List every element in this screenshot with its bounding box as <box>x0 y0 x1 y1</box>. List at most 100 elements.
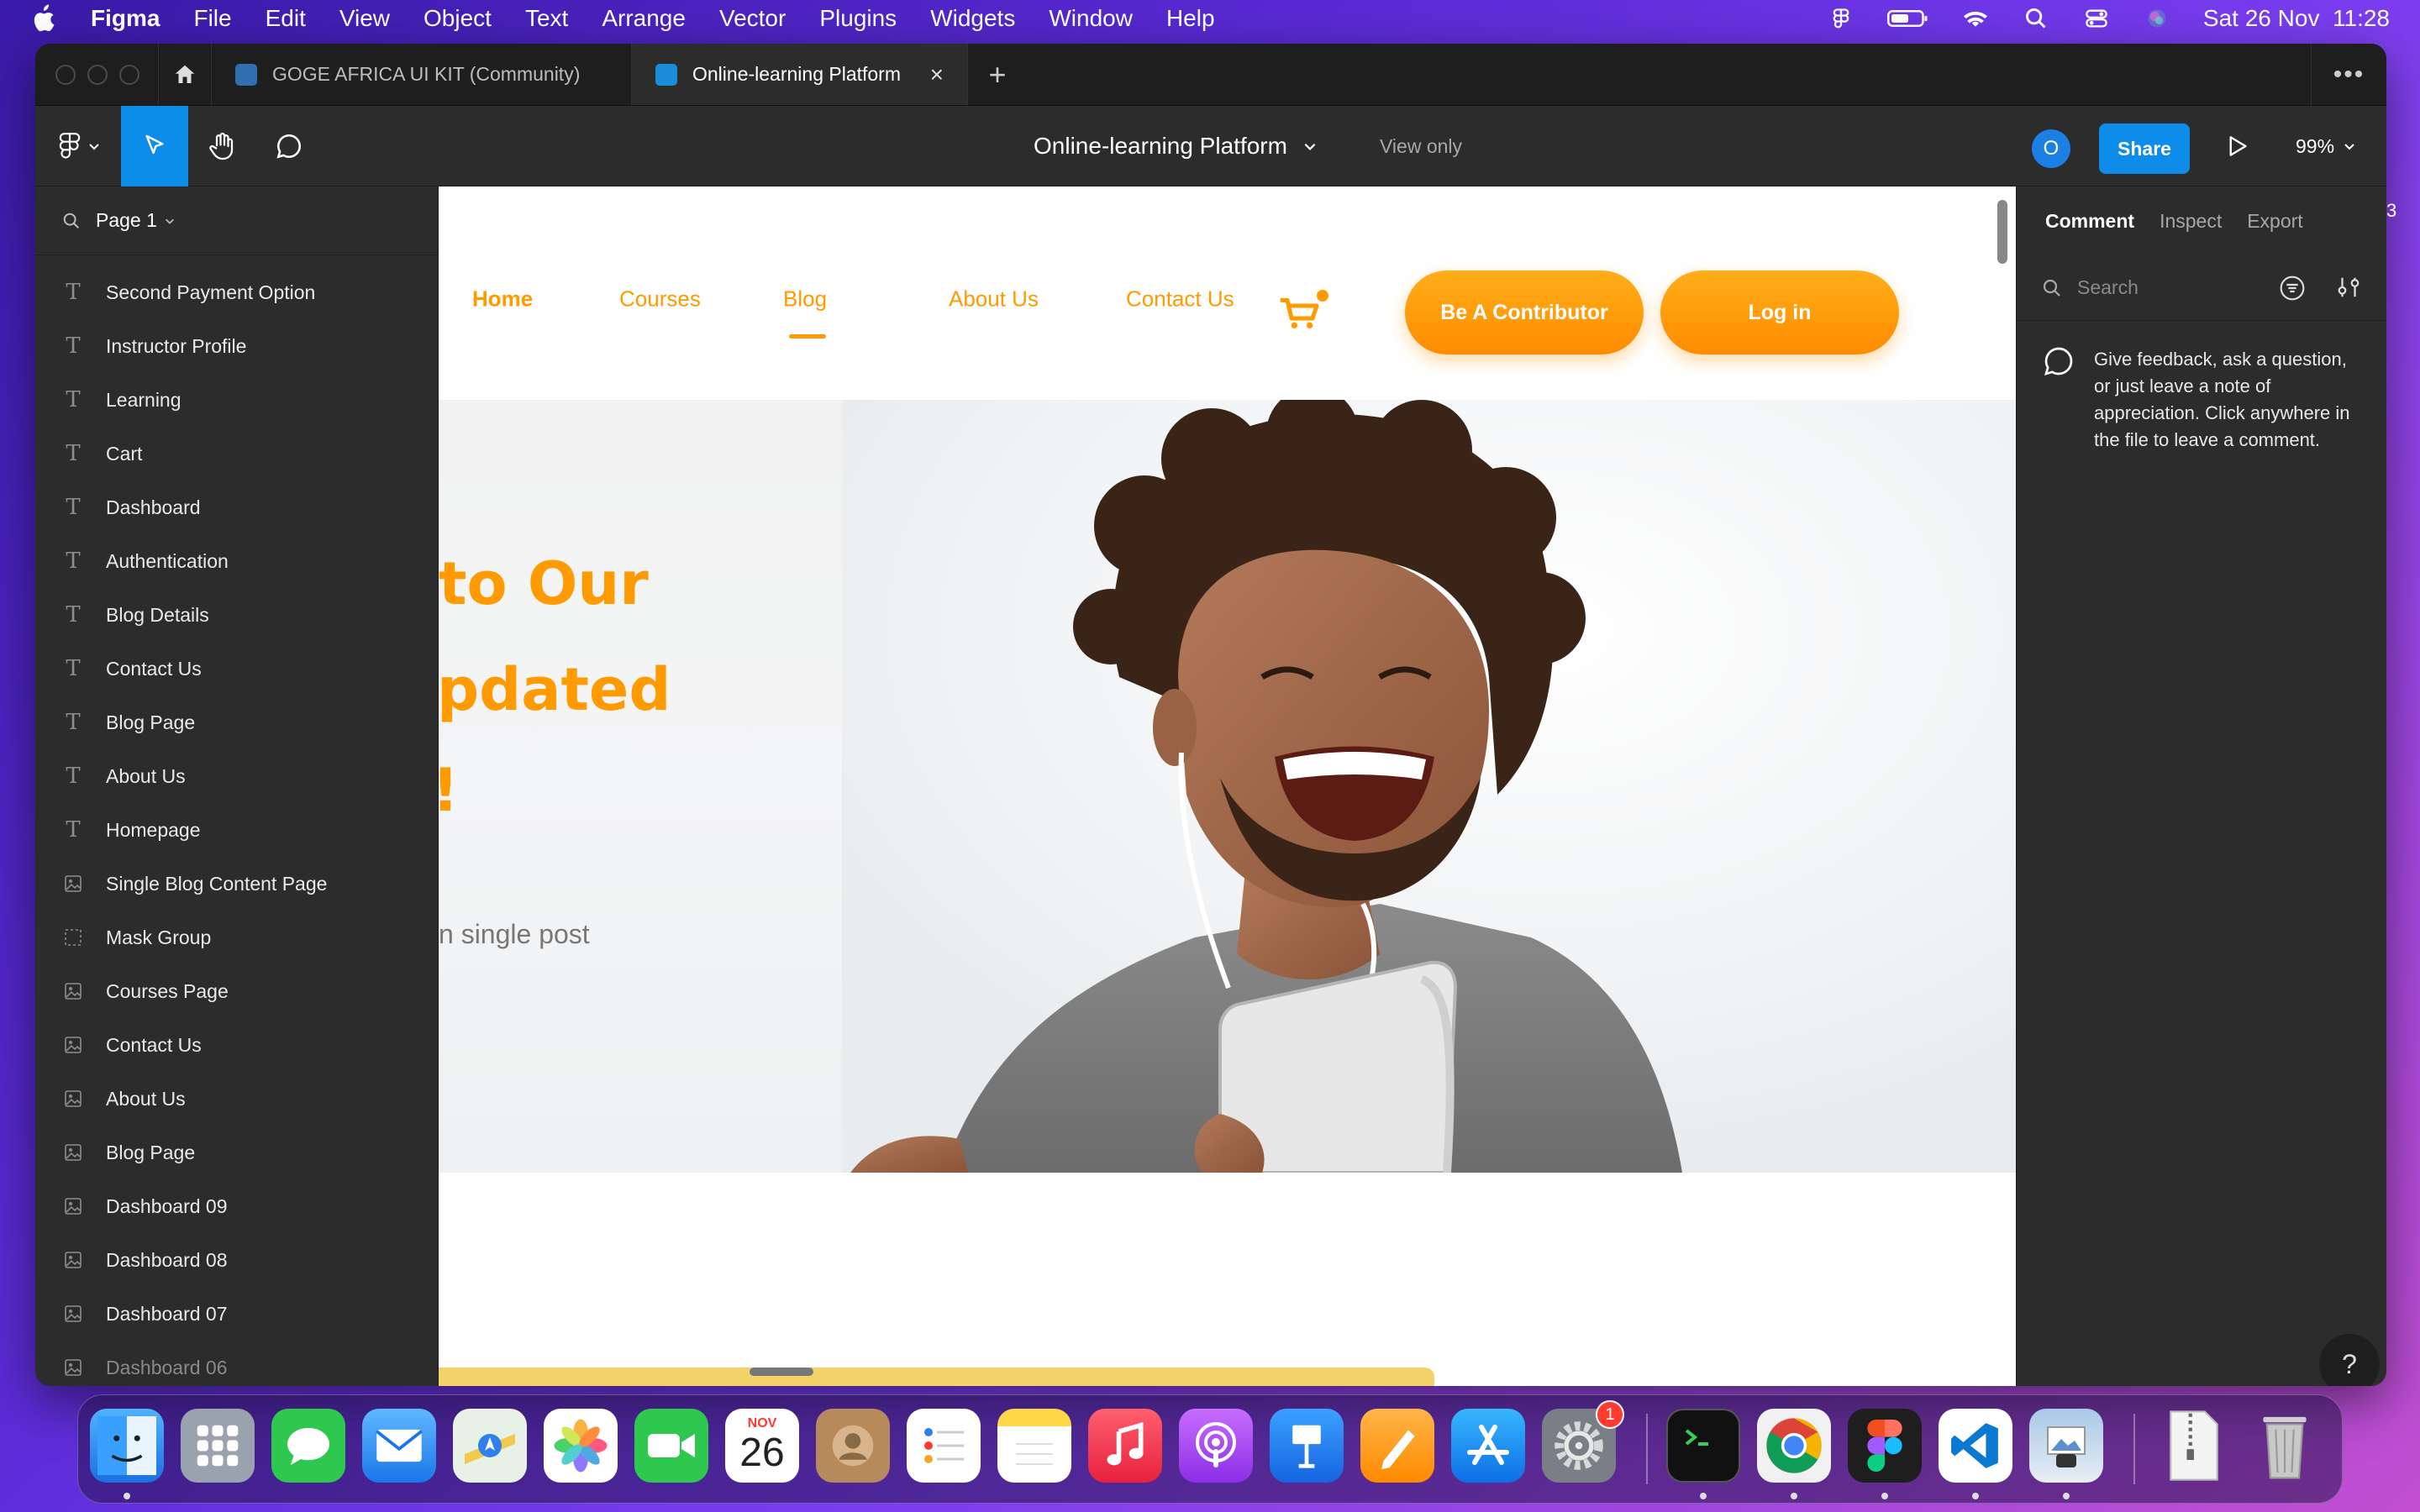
avatar[interactable]: O <box>2032 129 2070 168</box>
tab-export[interactable]: Export <box>2247 210 2302 233</box>
layer-item[interactable]: T Contact Us <box>35 642 438 696</box>
menu-figma[interactable]: Figma <box>91 5 160 32</box>
nav-about-link[interactable]: About Us <box>949 286 1039 312</box>
page-selector[interactable]: Page 1 <box>35 186 438 255</box>
menu-arrange[interactable]: Arrange <box>602 5 686 32</box>
dock-launchpad[interactable] <box>181 1409 255 1483</box>
nav-blog-link[interactable]: Blog <box>783 286 827 312</box>
present-button[interactable] <box>2217 106 2259 186</box>
tab-goge-africa[interactable]: GOGE AFRICA UI KIT (Community) <box>212 44 632 105</box>
dock-keynote[interactable] <box>1270 1409 1344 1483</box>
dock-maps[interactable] <box>453 1409 527 1483</box>
battery-icon[interactable] <box>1886 7 1929 30</box>
layer-item[interactable]: Single Blog Content Page <box>35 857 438 911</box>
log-in-button[interactable]: Log in <box>1660 270 1899 354</box>
menu-plugins[interactable]: Plugins <box>819 5 897 32</box>
canvas[interactable]: Home Courses Blog About Us Contact Us Be… <box>439 186 2016 1386</box>
apple-icon[interactable] <box>30 4 55 33</box>
search-icon[interactable] <box>62 212 81 230</box>
zoom-window-button[interactable] <box>119 64 139 85</box>
layer-item[interactable]: Courses Page <box>35 964 438 1018</box>
cart-icon[interactable] <box>1279 297 1321 331</box>
dock-contacts[interactable] <box>816 1409 890 1483</box>
menu-window[interactable]: Window <box>1049 5 1133 32</box>
dock-calendar[interactable]: NOV 26 <box>725 1409 799 1483</box>
share-button[interactable]: Share <box>2099 123 2190 174</box>
menu-edit[interactable]: Edit <box>266 5 306 32</box>
control-center-icon[interactable] <box>2082 7 2111 30</box>
nav-courses-link[interactable]: Courses <box>619 286 701 312</box>
close-window-button[interactable] <box>55 64 76 85</box>
horizontal-scrollbar[interactable] <box>750 1368 813 1376</box>
home-tab[interactable] <box>158 44 212 105</box>
more-options-icon[interactable]: ••• <box>2311 44 2386 105</box>
layer-item[interactable]: Dashboard 06 <box>35 1341 438 1386</box>
comment-search[interactable]: Search <box>2017 255 2386 321</box>
layer-item[interactable]: T Second Payment Option <box>35 265 438 319</box>
nav-home-link[interactable]: Home <box>472 286 533 312</box>
dock-photos[interactable] <box>544 1409 618 1483</box>
layer-item[interactable]: About Us <box>35 1072 438 1126</box>
dock-reminders[interactable] <box>907 1409 981 1483</box>
layer-item[interactable]: Mask Group <box>35 911 438 964</box>
zoom-menu[interactable]: 99% <box>2296 106 2356 186</box>
dock-chrome[interactable] <box>1757 1409 1831 1483</box>
hand-tool[interactable] <box>188 106 255 186</box>
vertical-scrollbar[interactable] <box>1997 200 2007 264</box>
dock-finder[interactable] <box>90 1409 164 1483</box>
search-input[interactable]: Search <box>2077 276 2139 299</box>
menu-widgets[interactable]: Widgets <box>930 5 1015 32</box>
dock-app-store[interactable] <box>1451 1409 1525 1483</box>
wifi-icon[interactable] <box>1961 7 1990 30</box>
dock-facetime[interactable] <box>634 1409 708 1483</box>
figma-menubar-icon[interactable] <box>1827 7 1855 30</box>
menu-text[interactable]: Text <box>525 5 568 32</box>
main-menu-button[interactable] <box>50 106 109 186</box>
dock-podcasts[interactable] <box>1179 1409 1253 1483</box>
dock-music[interactable] <box>1088 1409 1162 1483</box>
dock-preview[interactable] <box>2029 1409 2103 1483</box>
layer-item[interactable]: T Learning <box>35 373 438 427</box>
dock-trash[interactable] <box>2248 1409 2322 1483</box>
move-tool[interactable] <box>121 106 188 186</box>
be-a-contributor-button[interactable]: Be A Contributor <box>1405 270 1644 354</box>
menu-vector[interactable]: Vector <box>719 5 786 32</box>
menubar-clock[interactable]: Sat 26 Nov 11:28 <box>2203 5 2390 32</box>
dock-vscode[interactable] <box>1939 1409 2012 1483</box>
dock-notes[interactable] <box>997 1409 1071 1483</box>
dock-terminal[interactable] <box>1666 1409 1740 1483</box>
close-tab-icon[interactable]: × <box>930 61 944 88</box>
layer-item[interactable]: T Dashboard <box>35 480 438 534</box>
file-title-button[interactable]: Online-learning Platform <box>1034 106 1318 186</box>
dock-pages[interactable] <box>1360 1409 1434 1483</box>
dock-figma[interactable] <box>1848 1409 1922 1483</box>
menu-view[interactable]: View <box>339 5 390 32</box>
layer-item[interactable]: Dashboard 08 <box>35 1233 438 1287</box>
siri-icon[interactable] <box>2143 7 2171 30</box>
menu-help[interactable]: Help <box>1166 5 1215 32</box>
tab-online-learning[interactable]: Online-learning Platform × <box>632 44 968 105</box>
layer-item[interactable]: T Blog Details <box>35 588 438 642</box>
layer-item[interactable]: Blog Page <box>35 1126 438 1179</box>
dock-zip-file[interactable] <box>2157 1409 2231 1483</box>
layer-item[interactable]: Contact Us <box>35 1018 438 1072</box>
layer-item[interactable]: T Authentication <box>35 534 438 588</box>
help-button[interactable]: ? <box>2319 1334 2380 1386</box>
layer-item[interactable]: Dashboard 07 <box>35 1287 438 1341</box>
new-tab-button[interactable]: + <box>968 44 1027 105</box>
settings-sliders-icon[interactable] <box>2336 275 2361 300</box>
comment-tool[interactable] <box>255 106 323 186</box>
layer-item[interactable]: T Instructor Profile <box>35 319 438 373</box>
minimize-window-button[interactable] <box>87 64 108 85</box>
spotlight-search-icon[interactable] <box>2022 7 2050 30</box>
filter-icon[interactable] <box>2279 275 2306 302</box>
layer-item[interactable]: T Blog Page <box>35 696 438 749</box>
layer-item[interactable]: Dashboard 09 <box>35 1179 438 1233</box>
layer-item[interactable]: T Homepage <box>35 803 438 857</box>
layer-item[interactable]: T Cart <box>35 427 438 480</box>
nav-contact-link[interactable]: Contact Us <box>1126 286 1234 312</box>
dock-mail[interactable] <box>362 1409 436 1483</box>
menu-file[interactable]: File <box>193 5 231 32</box>
menu-object[interactable]: Object <box>424 5 492 32</box>
layer-item[interactable]: T About Us <box>35 749 438 803</box>
